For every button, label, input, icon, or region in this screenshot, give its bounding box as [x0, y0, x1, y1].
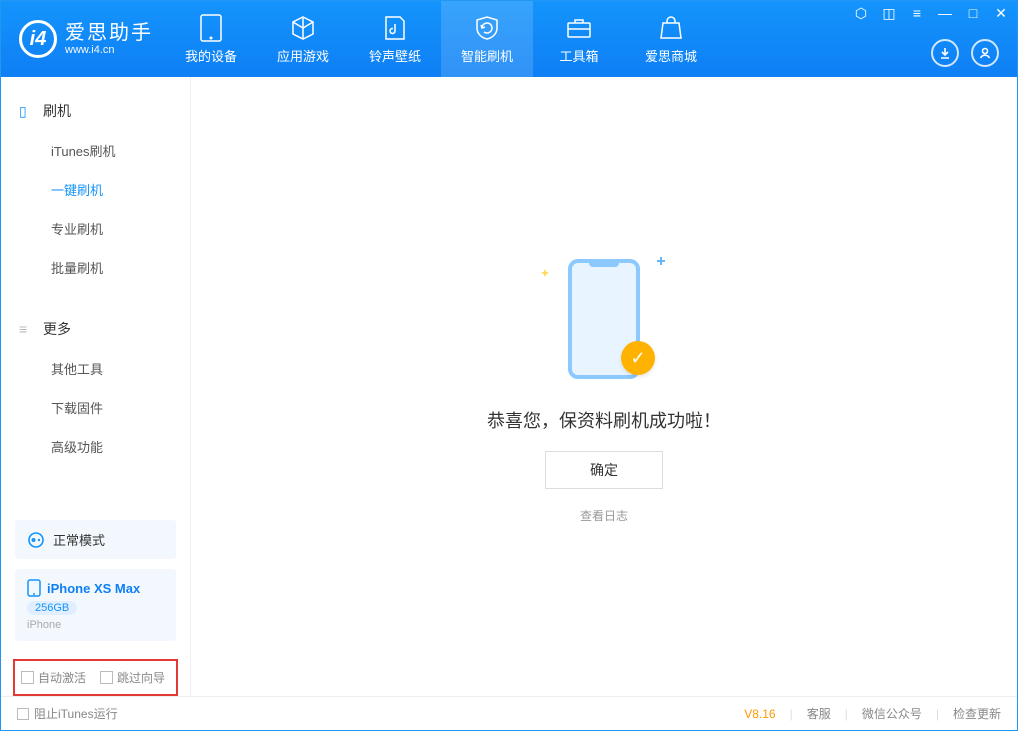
lock-icon[interactable]: ◫: [881, 5, 897, 21]
download-button[interactable]: [931, 39, 959, 67]
sidebar-item-itunes-flash[interactable]: iTunes刷机: [1, 131, 190, 170]
sidebar-heading: ▯ 刷机: [1, 95, 190, 127]
option-skip-guide[interactable]: 跳过向导: [100, 669, 165, 686]
body: ▯ 刷机 iTunes刷机 一键刷机 专业刷机 批量刷机 ≡ 更多 其他工具 下…: [1, 77, 1017, 696]
minimize-button[interactable]: —: [937, 5, 953, 21]
shirt-icon[interactable]: ⬡: [853, 5, 869, 21]
nav-label: 应用游戏: [277, 46, 329, 65]
sidebar-heading: ≡ 更多: [1, 313, 190, 345]
nav-ringtones[interactable]: 铃声壁纸: [349, 1, 441, 77]
titlebar: i4 爱思助手 www.i4.cn 我的设备 应用游戏 铃声壁纸 智能刷机: [1, 1, 1017, 77]
nav-label: 铃声壁纸: [369, 46, 421, 65]
refresh-shield-icon: [473, 14, 501, 42]
sidebar-section-flash: ▯ 刷机 iTunes刷机 一键刷机 专业刷机 批量刷机: [1, 77, 190, 295]
success-panel: ✓ 恭喜您，保资料刷机成功啦！ 确定 查看日志: [487, 249, 721, 524]
status-bar: 阻止iTunes运行 V8.16 | 客服 | 微信公众号 | 检查更新: [1, 696, 1017, 730]
music-file-icon: [381, 14, 409, 42]
check-badge-icon: ✓: [621, 341, 655, 375]
support-link[interactable]: 客服: [807, 705, 831, 722]
success-illustration: ✓: [539, 249, 669, 389]
option-auto-activate[interactable]: 自动激活: [21, 669, 86, 686]
maximize-button[interactable]: □: [965, 5, 981, 21]
nav-store[interactable]: 爱思商城: [625, 1, 717, 77]
cube-icon: [289, 14, 317, 42]
sidebar: ▯ 刷机 iTunes刷机 一键刷机 专业刷机 批量刷机 ≡ 更多 其他工具 下…: [1, 77, 191, 696]
nav-toolbox[interactable]: 工具箱: [533, 1, 625, 77]
window-controls: ⬡ ◫ ≡ — □ ✕: [853, 5, 1009, 21]
list-icon: ≡: [19, 321, 35, 337]
user-button[interactable]: [971, 39, 999, 67]
flash-options: 自动激活 跳过向导: [13, 659, 178, 696]
sidebar-item-download-firmware[interactable]: 下载固件: [1, 388, 190, 427]
block-itunes-option[interactable]: 阻止iTunes运行: [17, 705, 118, 722]
nav-label: 工具箱: [559, 46, 598, 65]
sparkle-icon: [542, 270, 548, 276]
main-content: ✓ 恭喜您，保资料刷机成功啦！ 确定 查看日志: [191, 77, 1017, 696]
header-actions: [931, 39, 999, 67]
ok-button[interactable]: 确定: [545, 451, 663, 489]
checkbox-icon: [100, 671, 113, 684]
app-name: 爱思助手: [65, 22, 153, 44]
device-name: iPhone XS Max: [47, 581, 140, 596]
nav-label: 智能刷机: [461, 46, 513, 65]
version-label: V8.16: [744, 707, 775, 721]
nav-flash[interactable]: 智能刷机: [441, 1, 533, 77]
device-info[interactable]: iPhone XS Max 256GB iPhone: [15, 569, 176, 641]
nav-apps-games[interactable]: 应用游戏: [257, 1, 349, 77]
sidebar-heading-label: 更多: [43, 319, 71, 339]
sidebar-item-advanced[interactable]: 高级功能: [1, 427, 190, 466]
nav-label: 我的设备: [185, 46, 237, 65]
sparkle-icon: [657, 257, 665, 265]
wechat-link[interactable]: 微信公众号: [862, 705, 922, 722]
nav-my-device[interactable]: 我的设备: [165, 1, 257, 77]
logo-icon: i4: [19, 20, 57, 58]
sidebar-heading-label: 刷机: [43, 101, 71, 121]
checkbox-icon: [17, 708, 29, 720]
app-window: i4 爱思助手 www.i4.cn 我的设备 应用游戏 铃声壁纸 智能刷机: [0, 0, 1018, 731]
checkbox-icon: [21, 671, 34, 684]
device-icon: [197, 14, 225, 42]
mode-label: 正常模式: [53, 530, 105, 549]
menu-icon[interactable]: ≡: [909, 5, 925, 21]
success-message: 恭喜您，保资料刷机成功啦！: [487, 407, 721, 433]
sidebar-item-other-tools[interactable]: 其他工具: [1, 349, 190, 388]
logo: i4 爱思助手 www.i4.cn: [1, 20, 165, 58]
device-icon: [27, 579, 41, 597]
option-label: 自动激活: [38, 669, 86, 686]
view-log-link[interactable]: 查看日志: [580, 507, 628, 524]
option-label: 跳过向导: [117, 669, 165, 686]
check-update-link[interactable]: 检查更新: [953, 705, 1001, 722]
phone-icon: ▯: [19, 103, 35, 120]
close-button[interactable]: ✕: [993, 5, 1009, 21]
nav-label: 爱思商城: [645, 46, 697, 65]
sidebar-item-batch-flash[interactable]: 批量刷机: [1, 248, 190, 287]
toolbox-icon: [565, 14, 593, 42]
main-nav: 我的设备 应用游戏 铃声壁纸 智能刷机 工具箱 爱思商城: [165, 1, 717, 77]
device-type: iPhone: [27, 619, 61, 631]
option-label: 阻止iTunes运行: [34, 705, 118, 722]
sidebar-item-oneclick-flash[interactable]: 一键刷机: [1, 170, 190, 209]
sidebar-item-pro-flash[interactable]: 专业刷机: [1, 209, 190, 248]
app-url: www.i4.cn: [65, 44, 153, 56]
device-capacity: 256GB: [27, 601, 77, 615]
bag-icon: [657, 14, 685, 42]
sidebar-section-more: ≡ 更多 其他工具 下载固件 高级功能: [1, 295, 190, 474]
mode-status[interactable]: 正常模式: [15, 520, 176, 559]
mode-icon: [27, 531, 45, 549]
